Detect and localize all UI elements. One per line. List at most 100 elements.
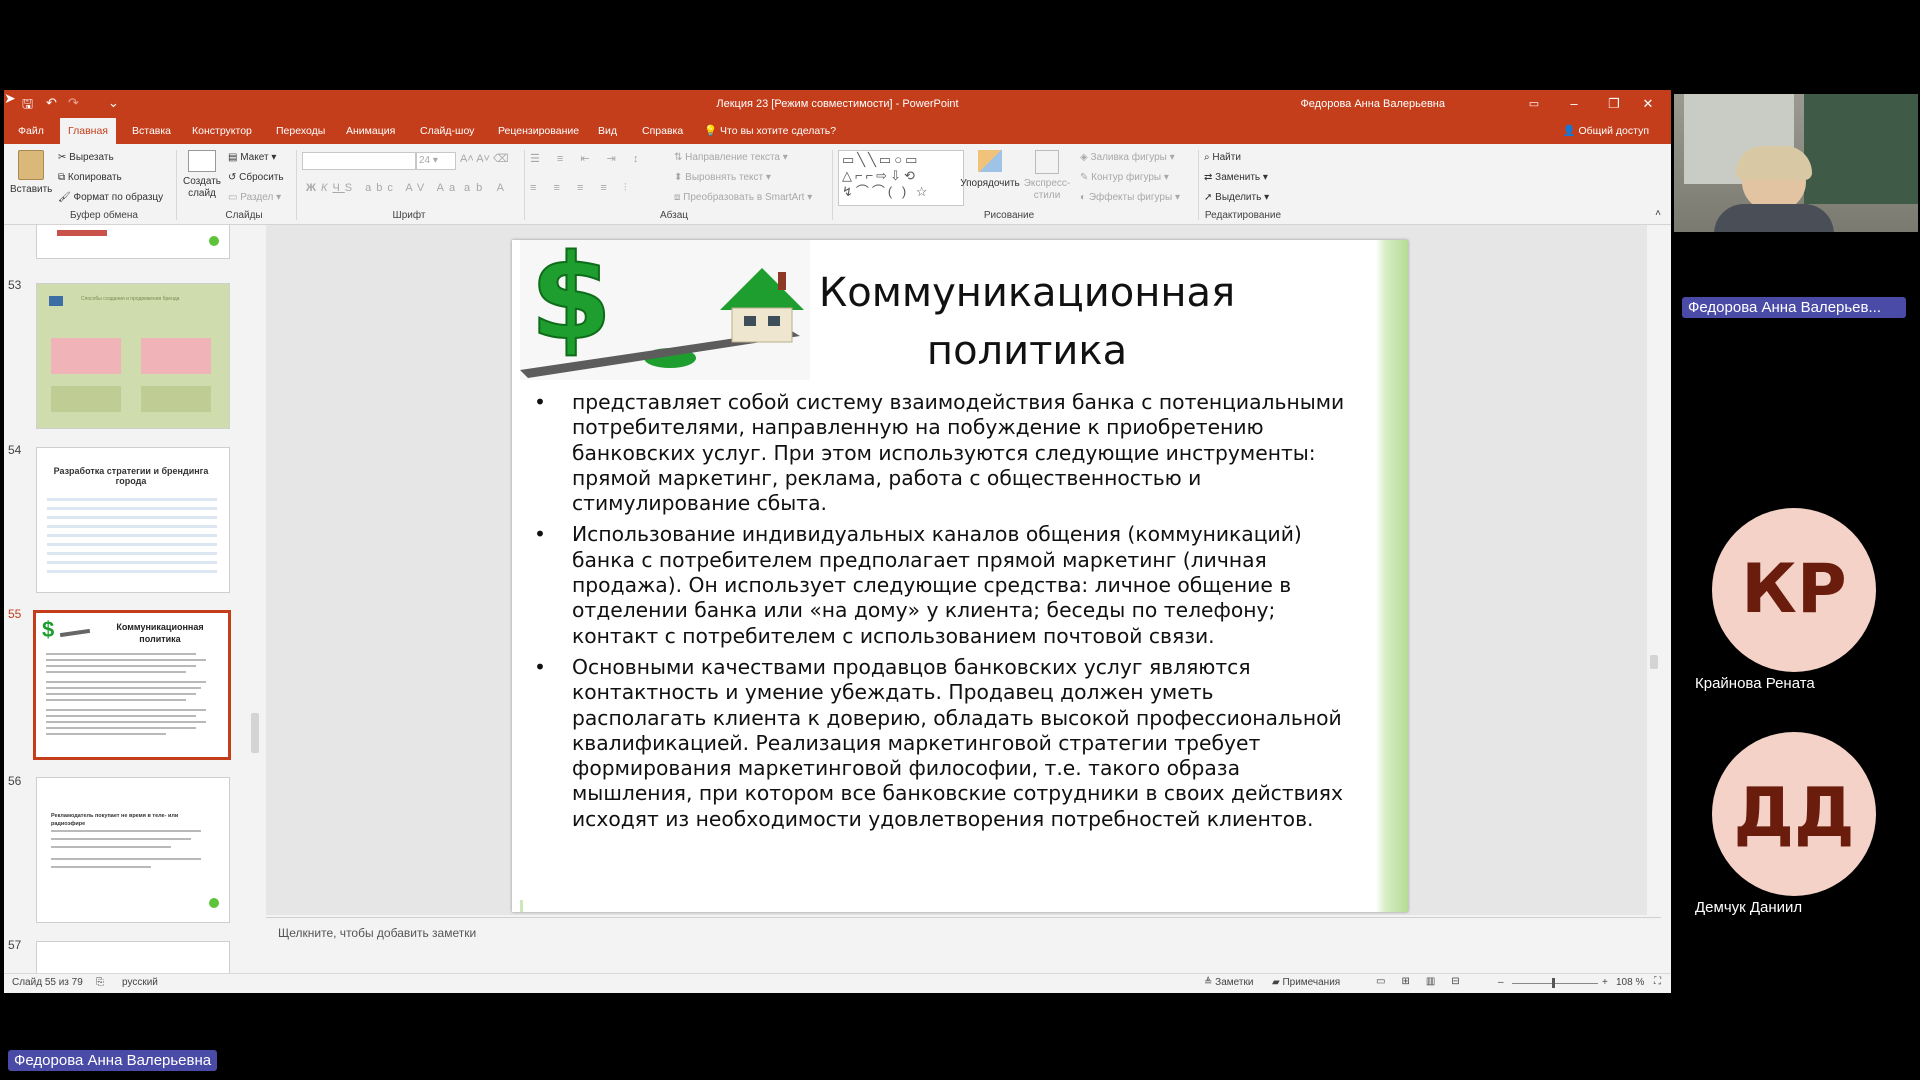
tab-design[interactable]: Конструктор: [184, 118, 260, 144]
arrange-icon: [978, 150, 1002, 172]
tab-animations[interactable]: Анимация: [338, 118, 403, 144]
thumb-text-line: [46, 727, 196, 729]
convert-smartart-button[interactable]: ⧈ Преобразовать в SmartArt ▾: [674, 192, 812, 203]
slide-number: 54: [8, 443, 22, 457]
shape-effects-button[interactable]: ◐ Эффекты фигуры ▾: [1080, 192, 1180, 203]
format-painter-button[interactable]: 🖌 Формат по образцу: [58, 192, 163, 203]
spellcheck-icon[interactable]: ⎘: [96, 977, 104, 988]
slide-bullets[interactable]: • представляет собой систему взаимодейств…: [534, 390, 1354, 838]
copy-button[interactable]: ⧉ Копировать: [58, 172, 122, 183]
layout-icon: ▤: [228, 152, 241, 163]
scrollbar-thumb[interactable]: [1650, 655, 1658, 669]
collapse-ribbon-icon[interactable]: ˄: [1655, 208, 1661, 219]
slide-canvas[interactable]: $ Коммуникационная политика • представляе…: [512, 240, 1408, 912]
minimize-button[interactable]: –: [1557, 90, 1591, 118]
cut-button[interactable]: ✂ Вырезать: [58, 152, 114, 163]
thumb-decoration: [57, 230, 107, 236]
list-buttons[interactable]: ☰ ≡ ⇤ ⇥ ↕: [530, 152, 645, 165]
bullet-dot: •: [534, 654, 546, 679]
select-button[interactable]: ➚ Выделить ▾: [1204, 192, 1269, 203]
share-button[interactable]: 👤 Общий доступ: [1554, 118, 1657, 144]
reset-icon: ↺: [228, 172, 240, 183]
align-buttons[interactable]: ≡ ≡ ≡ ≡ ⫶: [530, 182, 634, 195]
shapes-gallery[interactable]: ▭╲╲▭○▭ △⌐⌐⇨⇩⟲ ↯⌒⌒( ) ☆: [838, 150, 964, 206]
zoom-slider-thumb[interactable]: [1552, 978, 1555, 988]
slide-title[interactable]: Коммуникационная политика: [817, 264, 1237, 380]
paste-button[interactable]: Вставить: [10, 150, 52, 195]
slide-thumbnail[interactable]: [36, 941, 230, 973]
person-icon: 👤: [1562, 125, 1576, 137]
thumb-text-line: [46, 715, 196, 717]
align-text-button[interactable]: ⬍ Выровнять текст ▾: [674, 172, 771, 183]
tab-slideshow[interactable]: Слайд-шоу: [412, 118, 482, 144]
font-color-buttons[interactable]: ab A: [464, 182, 510, 194]
divider: [176, 150, 177, 220]
participant-avatar[interactable]: КР: [1712, 508, 1876, 672]
view-buttons[interactable]: ▭⊞▥⊟: [1376, 976, 1476, 987]
slide-thumbnail[interactable]: Рекламодатель покупает не время в теле- …: [36, 777, 230, 923]
maximize-button[interactable]: ❐: [1597, 90, 1631, 118]
zoom-out-button[interactable]: –: [1498, 977, 1504, 988]
tab-review[interactable]: Рецензирование: [490, 118, 587, 144]
thumb-title: Способы создания и продвижения бренда: [81, 296, 180, 302]
layout-button[interactable]: ▤ Макет ▾: [228, 152, 276, 163]
font-name-combobox[interactable]: [302, 152, 416, 170]
slide-counter: Слайд 55 из 79: [12, 977, 83, 988]
tab-file[interactable]: Файл: [10, 118, 52, 144]
slide-scrollbar[interactable]: [1647, 225, 1661, 915]
thumb-text-line: [46, 687, 201, 689]
shape-fill-button[interactable]: ◈ Заливка фигуры ▾: [1080, 152, 1175, 163]
account-name[interactable]: Федорова Анна Валерьевна: [1300, 90, 1445, 118]
font-group-label: Шрифт: [392, 210, 426, 221]
presenter-nameplate: Федорова Анна Валерьев...: [1682, 297, 1906, 318]
find-button[interactable]: ⌕ Найти: [1204, 152, 1241, 163]
presenter-video[interactable]: [1674, 94, 1918, 232]
font-grow-shrink-icons[interactable]: A˄ A˅ ⌫: [460, 152, 509, 165]
thumb-green-dot: [209, 236, 219, 246]
participant-avatar[interactable]: ДД: [1712, 732, 1876, 896]
ribbon-display-icon[interactable]: ▭: [1517, 90, 1551, 118]
thumb-box: [141, 386, 211, 412]
thumb-text-line: [46, 665, 196, 667]
tell-me-search[interactable]: 💡 Что вы хотите сделать?: [696, 118, 844, 144]
thumb-title: Разработка стратегии и брендинга города: [53, 466, 209, 486]
slide-thumbnail[interactable]: Разработка стратегии и брендинга города: [36, 447, 230, 593]
editing-group-label: Редактирование: [1204, 210, 1282, 221]
divider: [1198, 150, 1199, 220]
slide-thumbnail[interactable]: Способы создания и продвижения бренда: [36, 283, 230, 429]
language-indicator[interactable]: русский: [122, 977, 158, 988]
thumb-text-line: [46, 693, 196, 695]
shape-outline-button[interactable]: ✎ Контур фигуры ▾: [1080, 172, 1169, 183]
status-bar: Слайд 55 из 79 ⎘ русский ≜ Заметки ▰ При…: [4, 973, 1671, 993]
replace-button[interactable]: ⇄ Заменить ▾: [1204, 172, 1268, 183]
zoom-level[interactable]: 108 %: [1616, 977, 1644, 988]
section-button[interactable]: ▭ Раздел ▾: [228, 192, 281, 203]
tab-transitions[interactable]: Переходы: [268, 118, 333, 144]
notes-pane[interactable]: Щелкните, чтобы добавить заметки: [266, 917, 1661, 962]
replace-icon: ⇄: [1204, 172, 1216, 183]
zoom-slider[interactable]: [1512, 983, 1598, 984]
notes-toggle-button[interactable]: ≜ Заметки: [1204, 977, 1253, 988]
tab-view[interactable]: Вид: [590, 118, 625, 144]
thumb-text-line: [46, 681, 206, 683]
scrollbar-thumb[interactable]: [251, 713, 259, 753]
fit-to-window-icon[interactable]: ⛶: [1654, 976, 1661, 987]
thumbnail-scrollbar[interactable]: [248, 225, 262, 973]
font-style-buttons[interactable]: ЖКЧS abc AV Aa: [306, 182, 460, 194]
new-slide-button[interactable]: Создать слайд: [180, 150, 224, 200]
slide-thumbnail[interactable]: [36, 225, 230, 259]
slide-thumbnail-selected[interactable]: $ Коммуникационная политика: [33, 610, 231, 760]
tab-insert[interactable]: Вставка: [124, 118, 179, 144]
tab-home[interactable]: Главная: [60, 118, 116, 144]
quick-styles-button[interactable]: Экспресс-стили: [1020, 150, 1074, 202]
arrange-button[interactable]: Упорядочить: [960, 150, 1020, 189]
ribbon-tabs: Файл Главная Вставка Конструктор Переход…: [4, 118, 1671, 144]
tab-help[interactable]: Справка: [634, 118, 691, 144]
text-direction-button[interactable]: ⇅ Направление текста ▾: [674, 152, 788, 163]
zoom-in-button[interactable]: +: [1602, 977, 1608, 988]
font-size-combobox[interactable]: 24 ▾: [416, 152, 456, 170]
reset-button[interactable]: ↺ Сбросить: [228, 172, 284, 183]
close-button[interactable]: ✕: [1631, 90, 1665, 118]
cursor-icon: ➚: [1204, 192, 1216, 203]
comments-toggle-button[interactable]: ▰ Примечания: [1272, 977, 1340, 988]
